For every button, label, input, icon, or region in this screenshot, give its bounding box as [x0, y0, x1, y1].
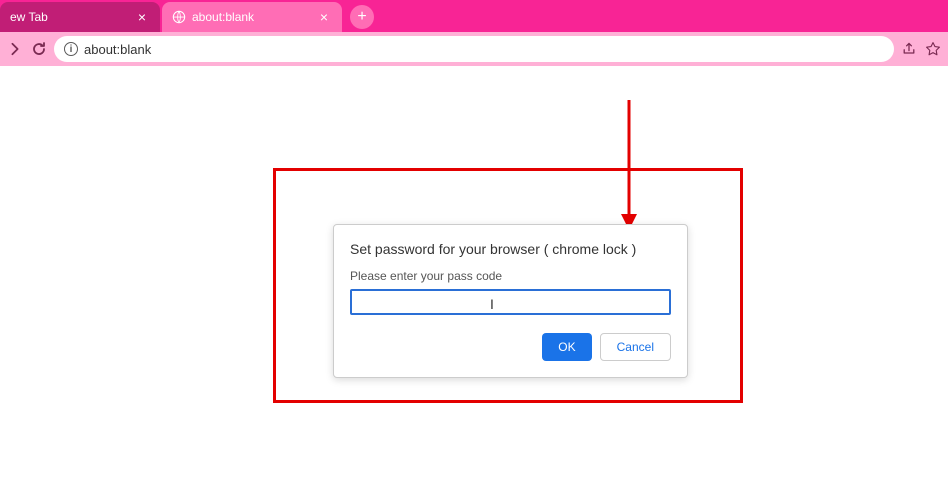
globe-icon — [172, 10, 186, 24]
forward-button[interactable] — [6, 40, 24, 58]
plus-icon: + — [357, 8, 366, 26]
close-icon[interactable]: × — [316, 9, 332, 25]
tab-title: about:blank — [192, 10, 316, 24]
dialog-title: Set password for your browser ( chrome l… — [350, 241, 671, 257]
tab-strip: ew Tab × about:blank × + — [0, 0, 948, 32]
tab-about-blank[interactable]: about:blank × — [162, 2, 342, 32]
tab-title: ew Tab — [10, 10, 134, 24]
close-icon[interactable]: × — [134, 9, 150, 25]
dialog-label: Please enter your pass code — [350, 269, 671, 283]
reload-button[interactable] — [30, 40, 48, 58]
tab-new-tab[interactable]: ew Tab × — [0, 2, 160, 32]
passcode-input[interactable] — [350, 289, 671, 315]
browser-toolbar: i about:blank — [0, 32, 948, 66]
address-bar[interactable]: i about:blank — [54, 36, 894, 62]
cancel-button[interactable]: Cancel — [600, 333, 671, 361]
site-info-icon[interactable]: i — [64, 42, 78, 56]
url-text: about:blank — [84, 42, 884, 57]
bookmark-star-icon[interactable] — [924, 40, 942, 58]
ok-button[interactable]: OK — [542, 333, 591, 361]
share-icon[interactable] — [900, 40, 918, 58]
password-dialog: Set password for your browser ( chrome l… — [333, 224, 688, 378]
page-content: Set password for your browser ( chrome l… — [0, 66, 948, 503]
dialog-button-row: OK Cancel — [350, 333, 671, 361]
new-tab-button[interactable]: + — [350, 5, 374, 29]
